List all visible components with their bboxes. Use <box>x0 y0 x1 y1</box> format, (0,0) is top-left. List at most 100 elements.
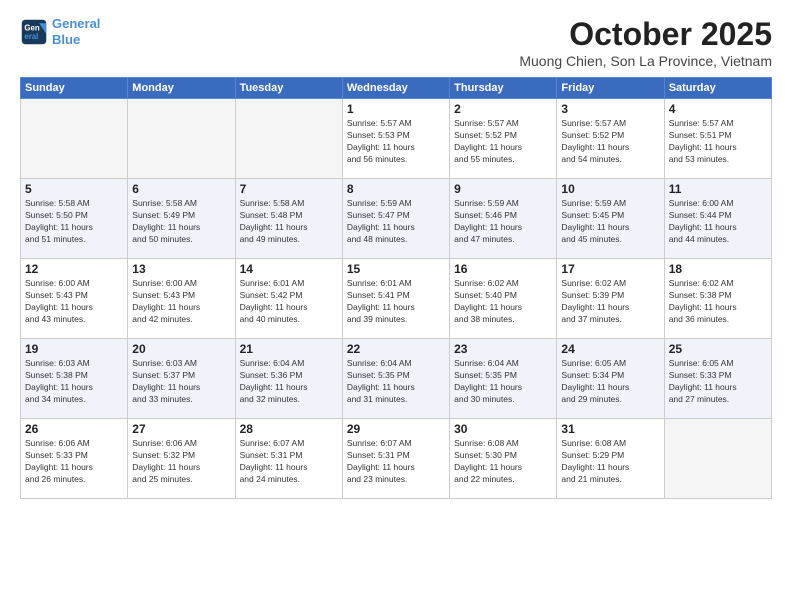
day-number: 29 <box>347 422 445 436</box>
table-row: 8 Sunrise: 5:59 AM Sunset: 5:47 PM Daylig… <box>342 179 449 259</box>
table-row: 28Sunrise: 6:07 AM Sunset: 5:31 PM Dayli… <box>235 419 342 499</box>
col-saturday: Saturday <box>664 78 771 99</box>
day-info: Sunrise: 6:00 AM Sunset: 5:43 PM Dayligh… <box>25 278 123 326</box>
table-row: 6 Sunrise: 5:58 AM Sunset: 5:49 PM Daylig… <box>128 179 235 259</box>
day-info: Sunrise: 6:08 AM Sunset: 5:30 PM Dayligh… <box>454 438 552 486</box>
calendar-week-row: 1Sunrise: 5:57 AM Sunset: 5:53 PM Daylig… <box>21 99 772 179</box>
day-info: Sunrise: 6:03 AM Sunset: 5:37 PM Dayligh… <box>132 358 230 406</box>
day-info: Sunrise: 5:59 AM Sunset: 5:47 PM Dayligh… <box>347 198 445 246</box>
day-info: Sunrise: 6:02 AM Sunset: 5:38 PM Dayligh… <box>669 278 767 326</box>
table-row: 11 Sunrise: 6:00 AM Sunset: 5:44 PM Dayli… <box>664 179 771 259</box>
calendar-week-row: 5Sunrise: 5:58 AM Sunset: 5:50 PM Daylig… <box>21 179 772 259</box>
day-info: Sunrise: 5:58 AM Sunset: 5:48 PM Dayligh… <box>240 198 338 246</box>
day-number: 7 <box>240 182 338 196</box>
table-row <box>664 419 771 499</box>
header-row: Sunday Monday Tuesday Wednesday Thursday… <box>21 78 772 99</box>
day-number: 22 <box>347 342 445 356</box>
table-row: 22 Sunrise: 6:04 AM Sunset: 5:35 PM Dayli… <box>342 339 449 419</box>
col-tuesday: Tuesday <box>235 78 342 99</box>
table-row: 21Sunrise: 6:04 AM Sunset: 5:36 PM Dayli… <box>235 339 342 419</box>
table-row <box>21 99 128 179</box>
day-number: 12 <box>25 262 123 276</box>
col-sunday: Sunday <box>21 78 128 99</box>
day-info: Sunrise: 6:06 AM Sunset: 5:32 PM Dayligh… <box>132 438 230 486</box>
table-row: 31 Sunrise: 6:08 AM Sunset: 5:29 PM Dayli… <box>557 419 664 499</box>
day-number: 26 <box>25 422 123 436</box>
day-info: Sunrise: 5:59 AM Sunset: 5:45 PM Dayligh… <box>561 198 659 246</box>
table-row: 18 Sunrise: 6:02 AM Sunset: 5:38 PM Dayli… <box>664 259 771 339</box>
day-info: Sunrise: 6:04 AM Sunset: 5:36 PM Dayligh… <box>240 358 338 406</box>
table-row: 3Sunrise: 5:57 AM Sunset: 5:52 PM Daylig… <box>557 99 664 179</box>
table-row <box>235 99 342 179</box>
day-number: 2 <box>454 102 552 116</box>
day-info: Sunrise: 5:57 AM Sunset: 5:51 PM Dayligh… <box>669 118 767 166</box>
svg-text:eral: eral <box>24 32 38 41</box>
day-number: 5 <box>25 182 123 196</box>
table-row: 9Sunrise: 5:59 AM Sunset: 5:46 PM Daylig… <box>450 179 557 259</box>
page: Gen eral General Blue October 2025 Muong… <box>0 0 792 612</box>
day-number: 16 <box>454 262 552 276</box>
col-monday: Monday <box>128 78 235 99</box>
day-number: 25 <box>669 342 767 356</box>
day-number: 19 <box>25 342 123 356</box>
day-number: 13 <box>132 262 230 276</box>
logo-line1: General <box>52 16 100 31</box>
day-info: Sunrise: 6:08 AM Sunset: 5:29 PM Dayligh… <box>561 438 659 486</box>
table-row: 19 Sunrise: 6:03 AM Sunset: 5:38 PM Dayli… <box>21 339 128 419</box>
day-number: 17 <box>561 262 659 276</box>
logo: Gen eral General Blue <box>20 16 100 47</box>
day-number: 4 <box>669 102 767 116</box>
table-row: 10 Sunrise: 5:59 AM Sunset: 5:45 PM Dayli… <box>557 179 664 259</box>
day-number: 20 <box>132 342 230 356</box>
col-thursday: Thursday <box>450 78 557 99</box>
title-block: October 2025 Muong Chien, Son La Provinc… <box>519 16 772 69</box>
day-number: 18 <box>669 262 767 276</box>
day-number: 6 <box>132 182 230 196</box>
table-row: 2 Sunrise: 5:57 AM Sunset: 5:52 PM Daylig… <box>450 99 557 179</box>
table-row: 26 Sunrise: 6:06 AM Sunset: 5:33 PM Dayli… <box>21 419 128 499</box>
day-number: 11 <box>669 182 767 196</box>
table-row: 17 Sunrise: 6:02 AM Sunset: 5:39 PM Dayli… <box>557 259 664 339</box>
day-number: 1 <box>347 102 445 116</box>
calendar-week-row: 12 Sunrise: 6:00 AM Sunset: 5:43 PM Dayli… <box>21 259 772 339</box>
day-info: Sunrise: 6:04 AM Sunset: 5:35 PM Dayligh… <box>347 358 445 406</box>
logo-line2: Blue <box>52 32 80 47</box>
svg-text:Gen: Gen <box>24 23 39 32</box>
day-number: 31 <box>561 422 659 436</box>
header: Gen eral General Blue October 2025 Muong… <box>20 16 772 69</box>
calendar-week-row: 19 Sunrise: 6:03 AM Sunset: 5:38 PM Dayli… <box>21 339 772 419</box>
day-info: Sunrise: 6:05 AM Sunset: 5:33 PM Dayligh… <box>669 358 767 406</box>
day-info: Sunrise: 6:00 AM Sunset: 5:44 PM Dayligh… <box>669 198 767 246</box>
day-info: Sunrise: 6:07 AM Sunset: 5:31 PM Dayligh… <box>347 438 445 486</box>
table-row: 7 Sunrise: 5:58 AM Sunset: 5:48 PM Daylig… <box>235 179 342 259</box>
day-info: Sunrise: 6:02 AM Sunset: 5:39 PM Dayligh… <box>561 278 659 326</box>
day-number: 10 <box>561 182 659 196</box>
day-number: 24 <box>561 342 659 356</box>
day-info: Sunrise: 6:01 AM Sunset: 5:41 PM Dayligh… <box>347 278 445 326</box>
calendar: Sunday Monday Tuesday Wednesday Thursday… <box>20 77 772 499</box>
table-row <box>128 99 235 179</box>
table-row: 12 Sunrise: 6:00 AM Sunset: 5:43 PM Dayli… <box>21 259 128 339</box>
day-info: Sunrise: 5:58 AM Sunset: 5:49 PM Dayligh… <box>132 198 230 246</box>
month-title: October 2025 <box>519 16 772 53</box>
calendar-week-row: 26 Sunrise: 6:06 AM Sunset: 5:33 PM Dayli… <box>21 419 772 499</box>
day-info: Sunrise: 6:00 AM Sunset: 5:43 PM Dayligh… <box>132 278 230 326</box>
day-number: 8 <box>347 182 445 196</box>
day-info: Sunrise: 6:06 AM Sunset: 5:33 PM Dayligh… <box>25 438 123 486</box>
day-info: Sunrise: 5:57 AM Sunset: 5:52 PM Dayligh… <box>454 118 552 166</box>
table-row: 29 Sunrise: 6:07 AM Sunset: 5:31 PM Dayli… <box>342 419 449 499</box>
day-info: Sunrise: 6:01 AM Sunset: 5:42 PM Dayligh… <box>240 278 338 326</box>
day-info: Sunrise: 5:57 AM Sunset: 5:52 PM Dayligh… <box>561 118 659 166</box>
table-row: 14 Sunrise: 6:01 AM Sunset: 5:42 PM Dayli… <box>235 259 342 339</box>
table-row: 16Sunrise: 6:02 AM Sunset: 5:40 PM Dayli… <box>450 259 557 339</box>
table-row: 23Sunrise: 6:04 AM Sunset: 5:35 PM Dayli… <box>450 339 557 419</box>
table-row: 25 Sunrise: 6:05 AM Sunset: 5:33 PM Dayli… <box>664 339 771 419</box>
table-row: 13 Sunrise: 6:00 AM Sunset: 5:43 PM Dayli… <box>128 259 235 339</box>
table-row: 4 Sunrise: 5:57 AM Sunset: 5:51 PM Daylig… <box>664 99 771 179</box>
table-row: 30Sunrise: 6:08 AM Sunset: 5:30 PM Dayli… <box>450 419 557 499</box>
day-info: Sunrise: 6:03 AM Sunset: 5:38 PM Dayligh… <box>25 358 123 406</box>
day-number: 14 <box>240 262 338 276</box>
logo-text: General Blue <box>52 16 100 47</box>
day-number: 28 <box>240 422 338 436</box>
day-info: Sunrise: 5:59 AM Sunset: 5:46 PM Dayligh… <box>454 198 552 246</box>
